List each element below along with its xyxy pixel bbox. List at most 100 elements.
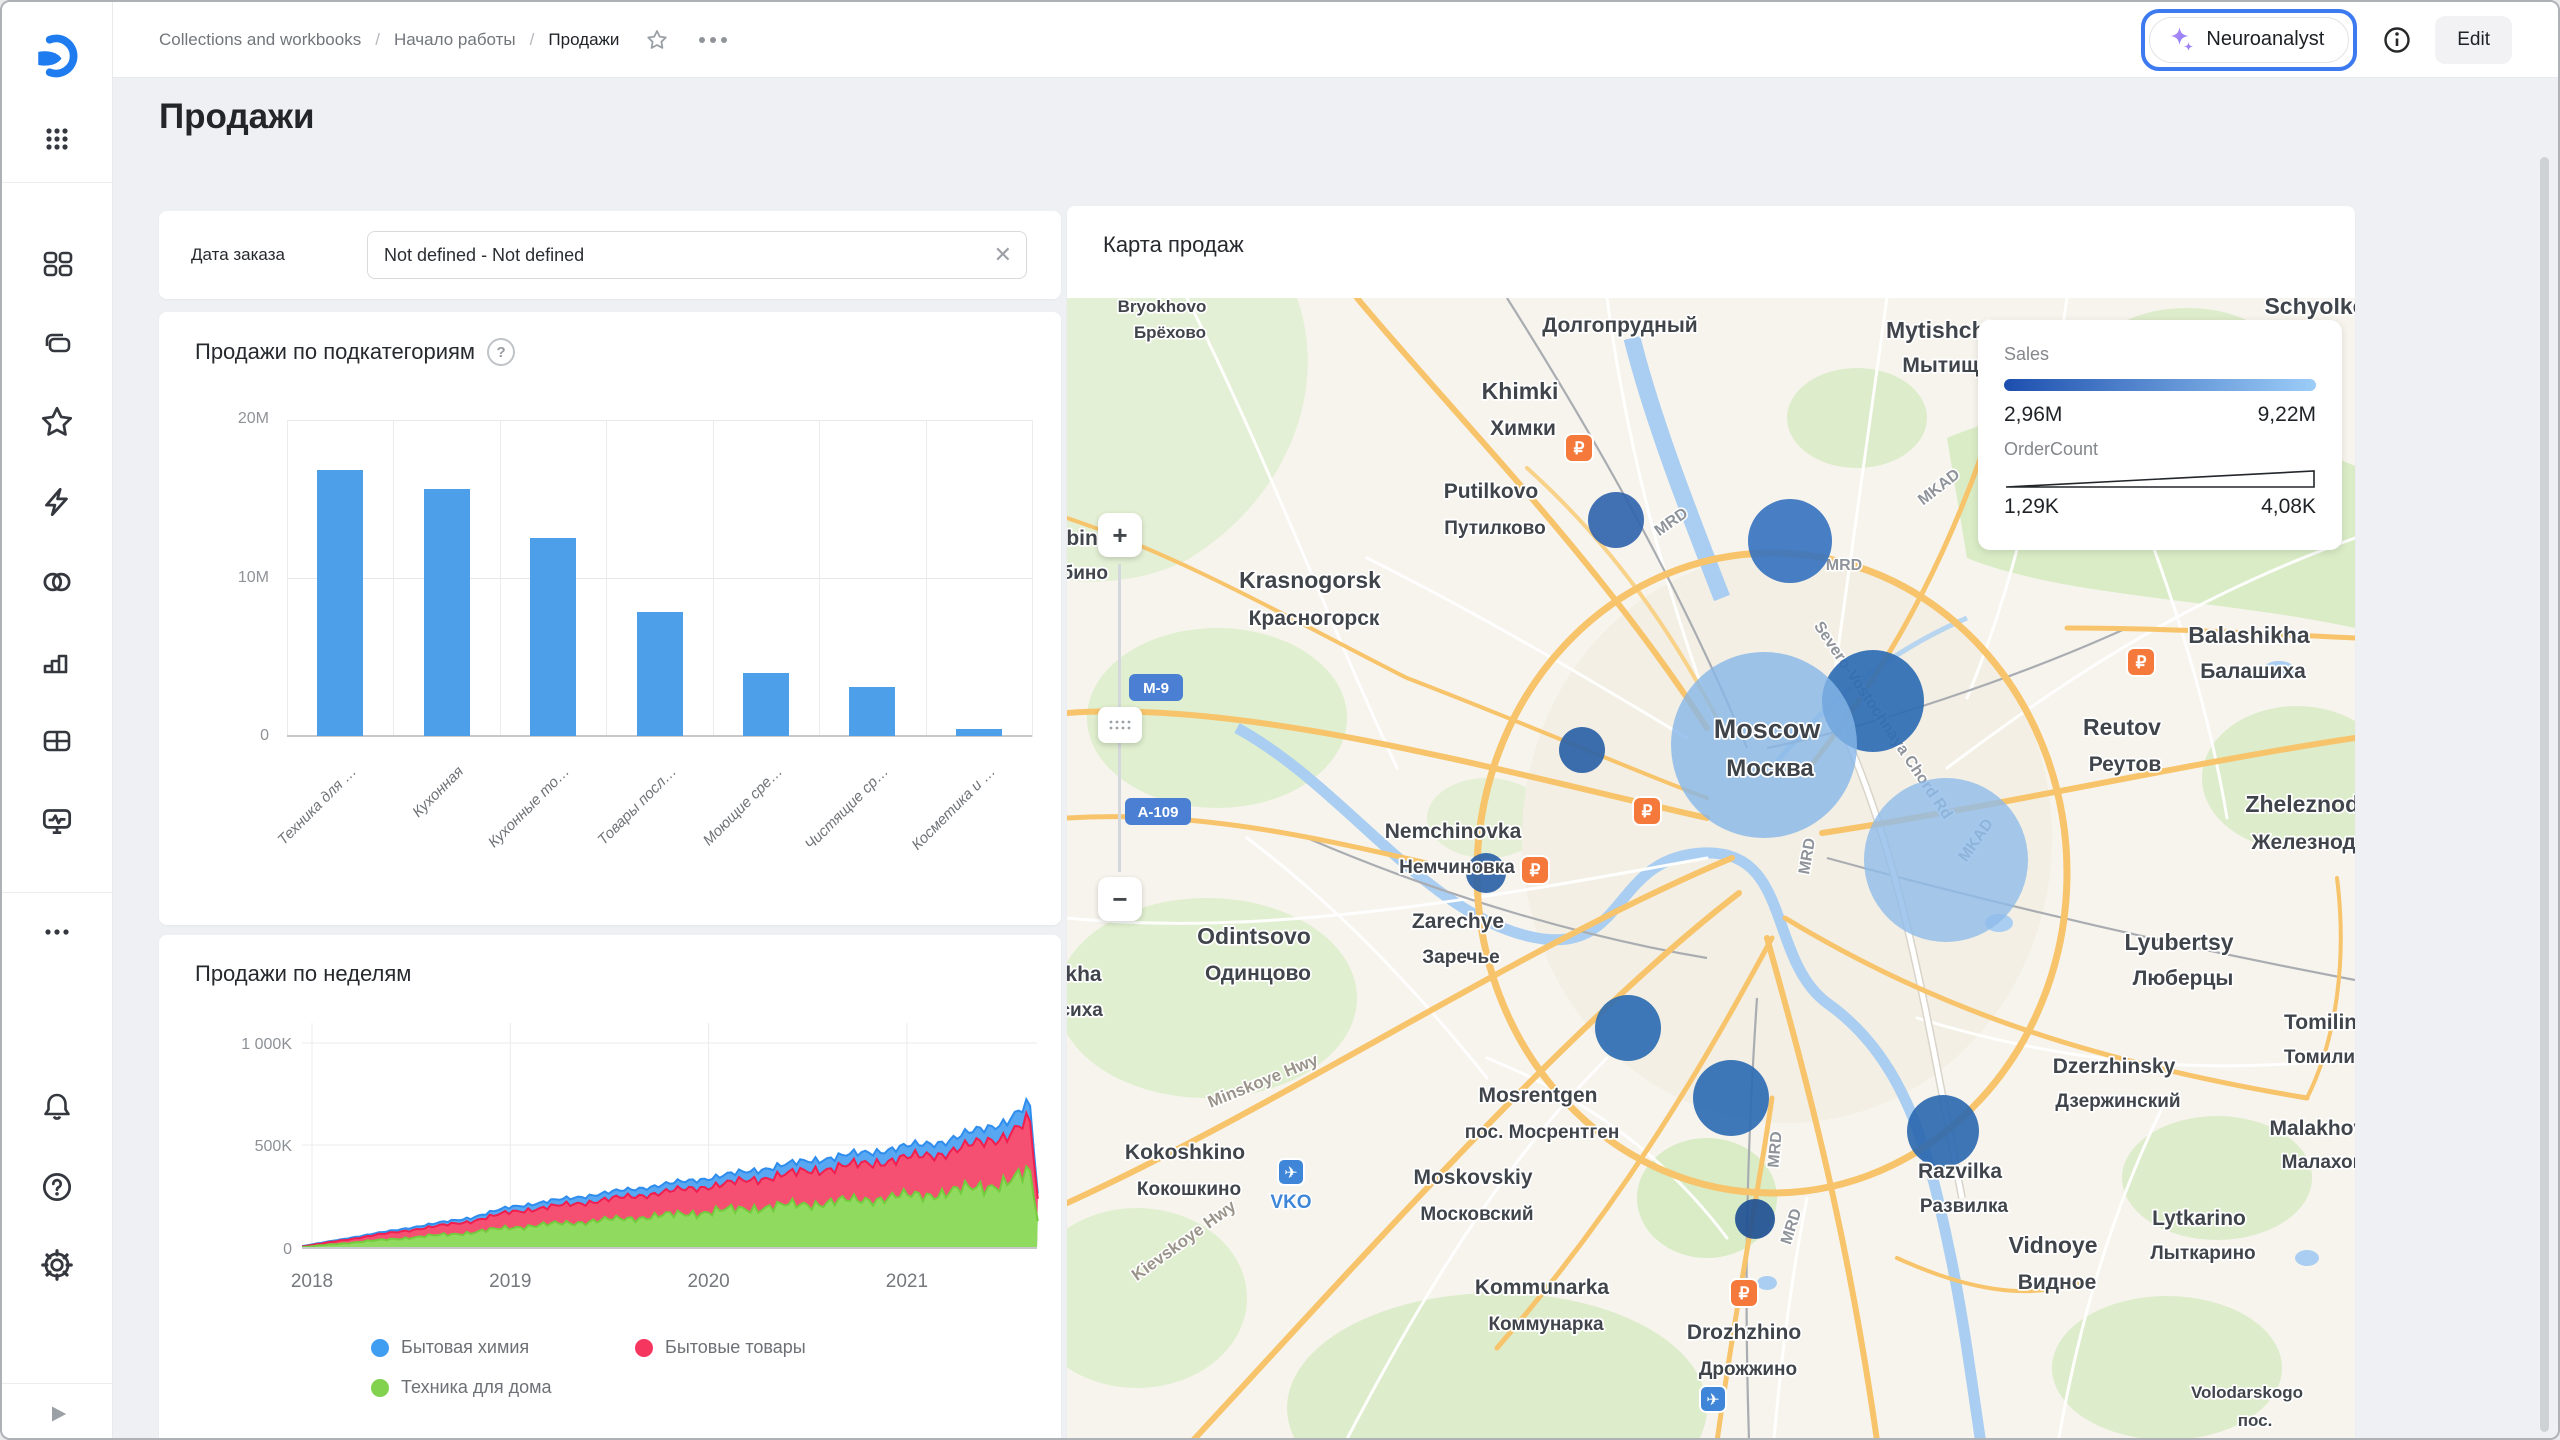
settings-button[interactable] xyxy=(35,1243,79,1287)
notifications-button[interactable] xyxy=(35,1085,79,1129)
sidebar-item-connections[interactable] xyxy=(35,480,79,524)
all-services-button[interactable] xyxy=(35,117,79,161)
map-zoom-in-button[interactable]: + xyxy=(1098,513,1142,557)
sidebar xyxy=(2,2,113,1438)
x-category-label: Моющие сре… xyxy=(700,763,786,849)
svg-text:Брёхово: Брёхово xyxy=(1134,323,1206,342)
bar-chart-icon xyxy=(39,644,75,680)
svg-text:Reutov: Reutov xyxy=(2083,714,2161,740)
sidebar-item-editor[interactable] xyxy=(35,719,79,763)
svg-text:Kokoshkino: Kokoshkino xyxy=(1125,1141,1245,1164)
x-category-label: Косметика и … xyxy=(908,763,999,854)
collections-icon xyxy=(39,245,75,281)
y-tick-label: 0 xyxy=(189,727,269,745)
sidebar-item-workbooks[interactable] xyxy=(35,320,79,364)
breadcrumb-workbook[interactable]: Начало работы xyxy=(394,30,516,50)
page-scrollbar[interactable] xyxy=(2540,157,2549,1432)
sidebar-more-button[interactable] xyxy=(35,910,79,954)
gridline xyxy=(1032,420,1033,737)
x-category-label: Товары посл… xyxy=(594,763,680,849)
help-button[interactable] xyxy=(35,1165,79,1209)
breadcrumb-separator: / xyxy=(375,30,380,50)
map-bubble[interactable] xyxy=(1559,727,1605,773)
svg-text:Люберцы: Люберцы xyxy=(2133,967,2234,990)
svg-text:1 000K: 1 000K xyxy=(241,1036,292,1053)
bar[interactable] xyxy=(317,470,363,736)
sidebar-item-dashboards[interactable] xyxy=(35,799,79,843)
x-category-label: Чистящие ср… xyxy=(802,763,892,853)
bar[interactable] xyxy=(849,687,895,736)
svg-text:Krasnogorsk: Krasnogorsk xyxy=(1239,567,1381,593)
svg-text:Кокошкино: Кокошкино xyxy=(1137,1179,1241,1200)
bar[interactable] xyxy=(956,729,1002,736)
neuroanalyst-focus-ring: Neuroanalyst xyxy=(2141,9,2357,71)
breadcrumb-current: Продажи xyxy=(548,30,619,50)
legend-item[interactable]: Бытовая химия xyxy=(371,1337,529,1358)
edit-button[interactable]: Edit xyxy=(2435,16,2512,64)
svg-text:Mytishchi: Mytishchi xyxy=(1886,317,1992,343)
bar[interactable] xyxy=(743,673,789,736)
map-zoom-slider-handle[interactable] xyxy=(1098,707,1142,743)
sidebar-divider xyxy=(2,1383,112,1384)
svg-text:Khimki: Khimki xyxy=(1482,378,1559,404)
x-category-label: Кухонные то… xyxy=(485,763,573,851)
sidebar-expand-button[interactable] xyxy=(35,1392,79,1436)
play-triangle-icon xyxy=(42,1399,72,1429)
map-bubble[interactable] xyxy=(1671,652,1857,838)
bar[interactable] xyxy=(637,612,683,736)
legend-label: Техника для дома xyxy=(401,1377,552,1398)
map-bubble[interactable] xyxy=(1693,1060,1769,1136)
svg-text:Moscow: Moscow xyxy=(1714,714,1822,744)
table-icon xyxy=(39,723,75,759)
map-bubble[interactable] xyxy=(1748,499,1832,583)
info-button[interactable] xyxy=(2373,16,2421,64)
bar[interactable] xyxy=(530,538,576,736)
map-bubble[interactable] xyxy=(1735,1199,1775,1239)
svg-text:Дрожжино: Дрожжино xyxy=(1699,1359,1797,1380)
legend-color-min: 2,96M xyxy=(2004,403,2062,427)
map-zoom-out-button[interactable]: − xyxy=(1098,877,1142,921)
svg-text:Одинцово: Одинцово xyxy=(1205,962,1311,985)
bar-chart-plot xyxy=(287,420,1032,737)
svg-text:Drozhzhino: Drozhzhino xyxy=(1687,1321,1801,1344)
datalens-logo[interactable] xyxy=(35,34,79,78)
svg-text:Путилково: Путилково xyxy=(1444,518,1545,539)
breadcrumb-collections[interactable]: Collections and workbooks xyxy=(159,30,361,50)
svg-text:A-109: A-109 xyxy=(1138,804,1179,821)
clear-filter-icon[interactable]: ✕ xyxy=(994,244,1012,266)
map-bubble[interactable] xyxy=(1907,1095,1979,1167)
legend-item[interactable]: Бытовые товары xyxy=(635,1337,806,1358)
svg-text:Zarechye: Zarechye xyxy=(1412,910,1504,933)
svg-text:Schyolkovo: Schyolkovo xyxy=(2264,298,2355,319)
svg-text:Dzerzhinsky: Dzerzhinsky xyxy=(2053,1055,2176,1078)
favorite-star-button[interactable] xyxy=(645,28,669,52)
star-outline-icon xyxy=(645,28,669,52)
chart-help-icon[interactable]: ? xyxy=(487,338,515,366)
bar-chart-title: Продажи по подкатегориям xyxy=(195,339,475,365)
svg-text:Малаховка: Малаховка xyxy=(2282,1152,2355,1173)
monitor-pulse-icon xyxy=(38,802,76,840)
date-filter-label: Дата заказа xyxy=(191,211,285,299)
bar[interactable] xyxy=(424,489,470,736)
map-legend: Sales 2,96M 9,22M OrderCount 1,29K 4,08K xyxy=(1978,320,2342,550)
breadcrumb-menu-button[interactable] xyxy=(699,37,727,43)
sidebar-item-charts[interactable] xyxy=(35,640,79,684)
ellipsis-icon xyxy=(39,914,75,950)
sidebar-item-collections[interactable] xyxy=(35,241,79,285)
svg-text:Заречье: Заречье xyxy=(1422,947,1499,968)
sidebar-divider xyxy=(2,182,112,183)
map-bubble[interactable] xyxy=(1864,778,2028,942)
date-filter-input[interactable]: Not defined - Not defined ✕ xyxy=(367,231,1027,279)
svg-text:Реутов: Реутов xyxy=(2089,753,2162,776)
sidebar-item-favorites[interactable] xyxy=(35,400,79,444)
map-bubble[interactable] xyxy=(1595,995,1661,1061)
svg-text:Malakhovka: Malakhovka xyxy=(2269,1117,2355,1140)
gear-icon xyxy=(38,1246,76,1284)
map-bubble[interactable] xyxy=(1588,492,1644,548)
legend-item[interactable]: Техника для дома xyxy=(371,1377,552,1398)
neuroanalyst-label: Neuroanalyst xyxy=(2206,28,2324,51)
svg-text:Москва: Москва xyxy=(1726,755,1814,782)
sidebar-item-datasets[interactable] xyxy=(35,560,79,604)
neuroanalyst-button[interactable]: Neuroanalyst xyxy=(2149,17,2349,63)
road-badge-m9: M-9 xyxy=(1129,674,1183,701)
